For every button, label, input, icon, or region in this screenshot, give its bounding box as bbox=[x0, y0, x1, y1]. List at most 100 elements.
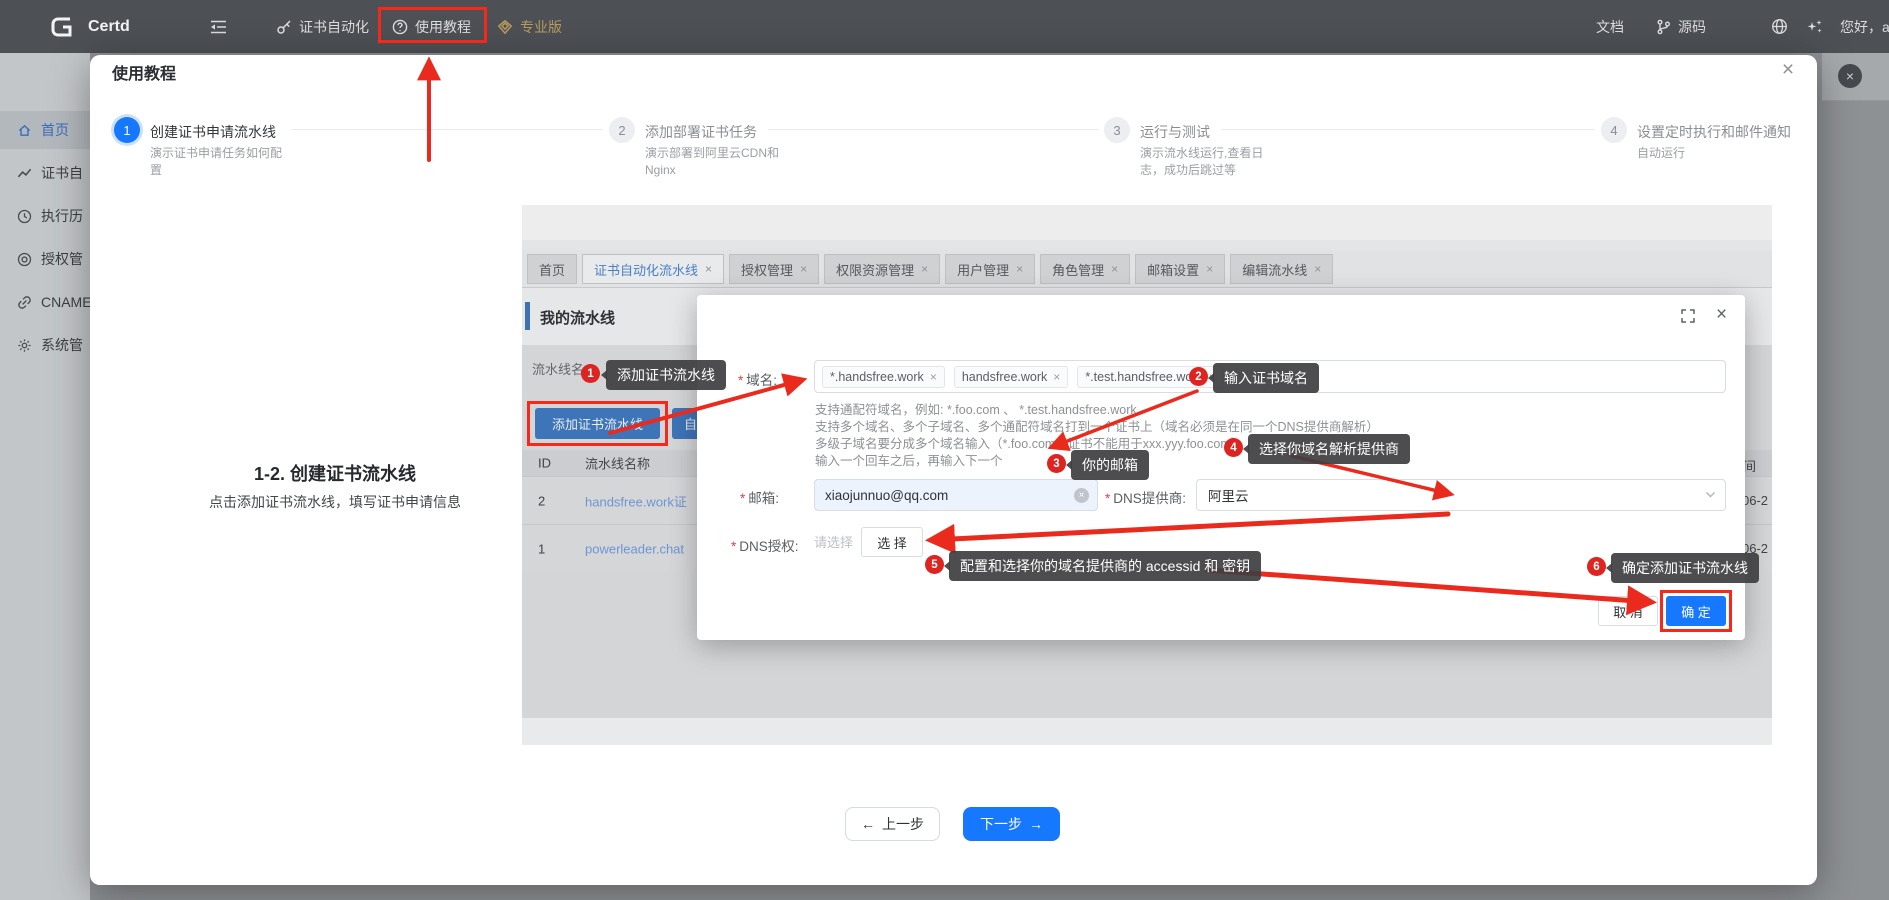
pipeline-name-link[interactable]: powerleader.chat bbox=[585, 541, 684, 556]
required-mark: * bbox=[1105, 491, 1110, 506]
annotation-tip-1: 添加证书流水线 bbox=[606, 360, 726, 390]
annotation-tip-4: 选择你域名解析提供商 bbox=[1248, 434, 1410, 464]
sidebar-collapse-icon[interactable] bbox=[210, 0, 227, 53]
tab-close-icon[interactable]: × bbox=[921, 262, 928, 276]
domain-tag-text: *.test.handsfree.work bbox=[1085, 370, 1202, 384]
confirm-button[interactable]: 确 定 bbox=[1666, 596, 1726, 626]
next-step-button[interactable]: 下一步 → bbox=[963, 807, 1060, 841]
nav-source-link[interactable]: 源码 bbox=[1656, 0, 1706, 53]
dns-auth-label-text: DNS授权: bbox=[739, 539, 798, 554]
sidebar-cert-automation-label: 证书自 bbox=[41, 163, 83, 183]
demo-tab-bar: 首页 证书自动化流水线 × 授权管理 × 权限资源管理 × 用户管理 × bbox=[522, 250, 1772, 288]
panel-accent-bar bbox=[525, 302, 530, 330]
modal-close-icon[interactable]: × bbox=[1716, 304, 1727, 326]
demo-header-bar bbox=[522, 205, 1772, 240]
demo-tab[interactable]: 编辑流水线 × bbox=[1230, 254, 1333, 284]
step-3-desc: 演示流水线运行,查看日志，成功后跳过等 bbox=[1140, 145, 1272, 179]
sidebar-item-history[interactable]: 执行历 bbox=[0, 197, 90, 235]
demo-tab[interactable]: 权限资源管理 × bbox=[824, 254, 940, 284]
step-connector bbox=[292, 129, 602, 130]
tutorial-close-icon[interactable]: × bbox=[1774, 56, 1802, 84]
sidebar-cname-label: CNAME bbox=[41, 294, 90, 310]
sidebar-item-cert-automation[interactable]: 证书自 bbox=[0, 154, 90, 192]
nav-item-pro[interactable]: 专业版 bbox=[497, 0, 562, 53]
question-circle-icon bbox=[392, 19, 408, 35]
demo-tab[interactable]: 角色管理 × bbox=[1040, 254, 1130, 284]
dns-auth-label: *DNS授权: bbox=[731, 535, 799, 555]
table-header-name: 流水线名称 bbox=[585, 454, 650, 473]
sidebar-item-cname[interactable]: CNAME bbox=[0, 283, 90, 321]
sidebar-system-label: 系统管 bbox=[41, 335, 83, 355]
tab-close-icon[interactable]: × bbox=[1111, 262, 1118, 276]
annotation-badge-1: 1 bbox=[581, 364, 600, 383]
prev-step-button[interactable]: ← 上一步 bbox=[845, 807, 940, 841]
nav-tutorial-label: 使用教程 bbox=[415, 17, 471, 37]
clear-input-icon[interactable]: × bbox=[1074, 488, 1089, 503]
user-greeting[interactable]: 您好，admin bbox=[1840, 0, 1889, 53]
table-header-id: ID bbox=[538, 456, 551, 471]
sparkles-icon[interactable] bbox=[1806, 0, 1824, 53]
tag-remove-icon[interactable]: × bbox=[930, 370, 937, 384]
step-1-title: 创建证书申请流水线 bbox=[150, 122, 276, 142]
tutorial-note-title: 1-2. 创建证书流水线 bbox=[115, 460, 555, 486]
annotation-badge-6: 6 bbox=[1587, 557, 1606, 576]
tab-close-circle-icon[interactable]: × bbox=[1838, 64, 1862, 88]
row-time: 06-2 bbox=[1742, 493, 1768, 508]
demo-tab-label: 授权管理 bbox=[741, 260, 793, 279]
demo-tab[interactable]: 首页 bbox=[527, 254, 577, 284]
tab-close-icon[interactable]: × bbox=[1016, 262, 1023, 276]
top-navbar: Certd 证书自动化 使用教程 专业版 文档 源码 您好，admin bbox=[0, 0, 1889, 53]
sidebar-item-system[interactable]: 系统管 bbox=[0, 326, 90, 364]
tag-remove-icon[interactable]: × bbox=[1053, 370, 1060, 384]
add-pipeline-button[interactable]: 添加证书流水线 bbox=[535, 408, 660, 439]
background-tab-actions: × bbox=[1822, 53, 1889, 101]
tab-close-icon[interactable]: × bbox=[1206, 262, 1213, 276]
demo-tab-label: 首页 bbox=[539, 260, 565, 279]
fullscreen-icon[interactable] bbox=[1680, 308, 1696, 324]
tab-close-icon[interactable]: × bbox=[800, 262, 807, 276]
step-2-number: 2 bbox=[618, 123, 625, 138]
step-4-title: 设置定时执行和邮件通知 bbox=[1637, 122, 1791, 142]
step-1-indicator: 1 bbox=[114, 117, 140, 143]
demo-tab[interactable]: 用户管理 × bbox=[945, 254, 1035, 284]
chevron-down-icon bbox=[1704, 488, 1717, 501]
nav-item-tutorial[interactable]: 使用教程 bbox=[392, 0, 471, 53]
sidebar-item-authorization[interactable]: 授权管 bbox=[0, 240, 90, 278]
dns-auth-choose-button[interactable]: 选 择 bbox=[861, 527, 923, 557]
demo-tab-label: 角色管理 bbox=[1052, 260, 1104, 279]
sidebar-item-home[interactable]: 首页 bbox=[0, 111, 90, 149]
link-icon bbox=[17, 295, 32, 310]
custom-pipeline-label: 自 bbox=[684, 414, 697, 433]
annotation-tip-3: 你的邮箱 bbox=[1071, 450, 1149, 480]
dns-provider-select[interactable]: 阿里云 bbox=[1196, 479, 1726, 511]
step-2-indicator: 2 bbox=[609, 117, 635, 143]
nav-automation-label: 证书自动化 bbox=[299, 17, 369, 37]
nav-docs-label: 文档 bbox=[1596, 17, 1624, 37]
step-connector bbox=[768, 129, 1098, 130]
demo-tab[interactable]: 授权管理 × bbox=[729, 254, 819, 284]
step-4-indicator: 4 bbox=[1601, 117, 1627, 143]
nav-docs-link[interactable]: 文档 bbox=[1596, 0, 1624, 53]
demo-tab-label: 用户管理 bbox=[957, 260, 1009, 279]
cancel-button[interactable]: 取 消 bbox=[1598, 596, 1658, 626]
step-1-desc: 演示证书申请任务如何配置 bbox=[150, 145, 292, 179]
annotation-badge-5: 5 bbox=[925, 555, 944, 574]
app-title: Certd bbox=[88, 0, 130, 53]
tab-close-icon[interactable]: × bbox=[1314, 262, 1321, 276]
app-logo[interactable] bbox=[48, 0, 76, 53]
demo-tab[interactable]: 邮箱设置 × bbox=[1135, 254, 1225, 284]
pipeline-name-link[interactable]: handsfree.work证 bbox=[585, 491, 687, 510]
tab-close-icon[interactable]: × bbox=[705, 262, 712, 276]
clock-icon bbox=[17, 209, 32, 224]
row-id: 2 bbox=[538, 493, 545, 508]
step-3-number: 3 bbox=[1113, 123, 1120, 138]
domain-tag-text: *.handsfree.work bbox=[830, 370, 924, 384]
email-input[interactable]: xiaojunnuo@qq.com bbox=[814, 479, 1098, 511]
domain-field-label: *域名: bbox=[738, 369, 777, 389]
language-globe-icon[interactable] bbox=[1771, 0, 1788, 53]
domain-tag: handsfree.work× bbox=[954, 366, 1068, 388]
pipeline-filter-label: 流水线名 bbox=[532, 359, 584, 378]
demo-tab[interactable]: 证书自动化流水线 × bbox=[582, 254, 724, 284]
gear-icon bbox=[17, 338, 32, 353]
nav-item-automation[interactable]: 证书自动化 bbox=[276, 0, 369, 53]
